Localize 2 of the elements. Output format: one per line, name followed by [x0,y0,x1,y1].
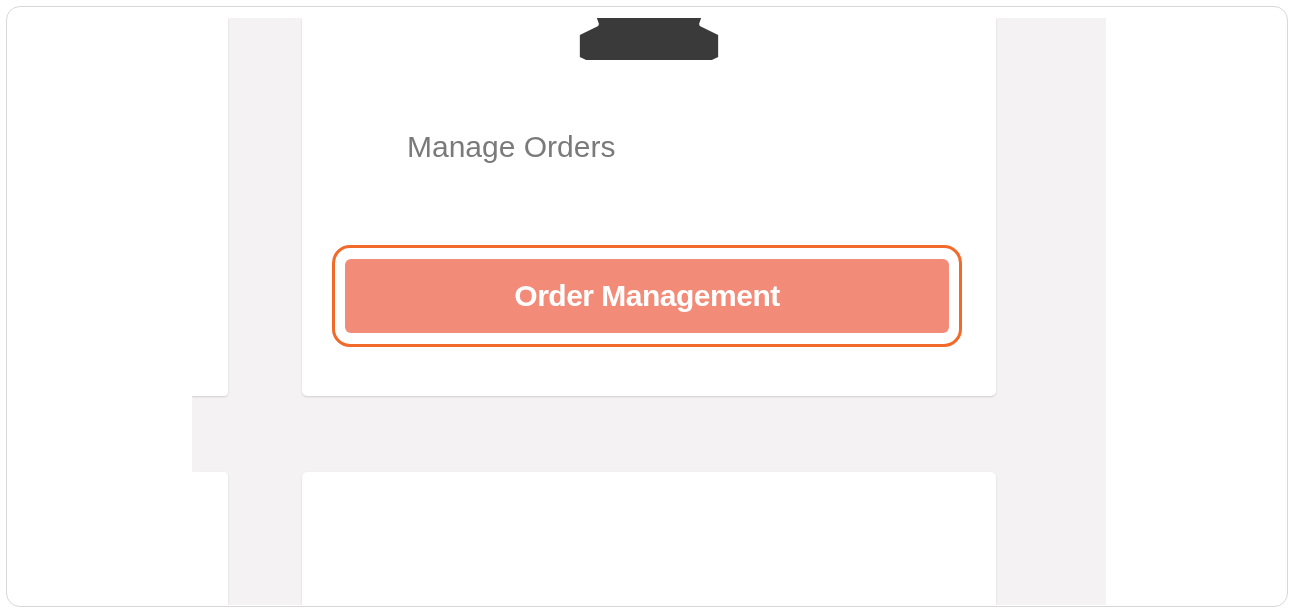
card-description: Manage Orders [407,129,616,165]
order-management-button[interactable]: Order Management [345,259,949,333]
